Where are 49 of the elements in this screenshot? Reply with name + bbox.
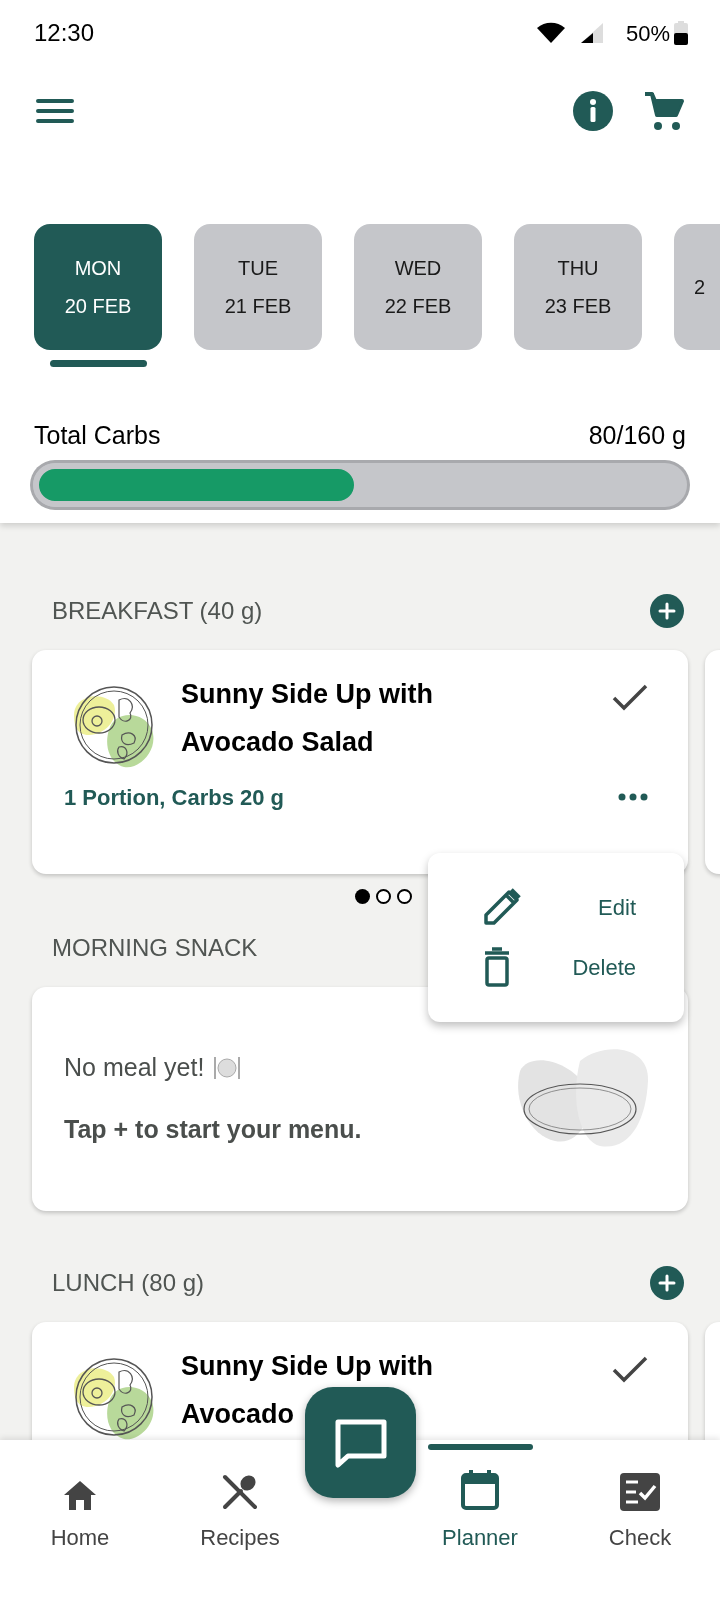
- day-tab[interactable]: 2: [674, 224, 720, 350]
- plus-icon: [658, 1273, 676, 1292]
- empty-hint: Tap + to start your menu.: [64, 1113, 362, 1145]
- meal-section-title: LUNCH (80 g): [52, 1267, 205, 1298]
- trash-icon: [482, 947, 512, 987]
- add-button[interactable]: [650, 593, 684, 628]
- checklist-icon: [620, 1473, 660, 1511]
- nav-tab[interactable]: Planner: [400, 1464, 560, 1554]
- recipe-title: Sunny Side Up with: [181, 678, 433, 709]
- chat-icon: [333, 1417, 388, 1468]
- menu-icon[interactable]: [36, 98, 74, 124]
- meal-section-title: MORNING SNACK: [52, 932, 258, 963]
- status-time: 12:30: [34, 18, 95, 48]
- nav-tab[interactable]: Recipes: [160, 1464, 320, 1554]
- day-tab[interactable]: MON 20 FEB: [34, 224, 162, 350]
- nav-tab[interactable]: Check: [560, 1464, 720, 1554]
- recipe-title: Sunny Side Up with: [181, 1350, 433, 1381]
- calendar-icon: [460, 1469, 500, 1511]
- add-button[interactable]: [650, 1265, 684, 1300]
- home-icon: [63, 1479, 97, 1511]
- carbs-label: Total Carbs: [34, 420, 161, 451]
- check-icon[interactable]: [612, 1354, 648, 1383]
- day-tab[interactable]: WED 22 FEB: [354, 224, 482, 350]
- meal-section-title: BREAKFAST (40 g): [52, 595, 263, 626]
- menu-item[interactable]: Delete: [482, 947, 636, 987]
- recipe-title: Avocado Salad: [181, 726, 374, 757]
- plus-icon: [658, 601, 676, 620]
- chat-button[interactable]: [305, 1387, 416, 1498]
- cart-icon[interactable]: [644, 91, 684, 131]
- empty-message: No meal yet!: [64, 1052, 205, 1083]
- more-icon[interactable]: [618, 793, 648, 801]
- battery-level: 50%: [625, 19, 670, 48]
- plate-icon: [212, 1054, 243, 1081]
- carbs-reading: 80/160 g: [588, 420, 686, 451]
- day-tab[interactable]: TUE 21 FEB: [194, 224, 322, 350]
- check-icon[interactable]: [612, 682, 648, 711]
- menu-item[interactable]: Edit: [482, 887, 636, 927]
- nav-tab[interactable]: Home: [0, 1464, 160, 1554]
- signal-icon: [579, 22, 604, 44]
- recipe-title: Avocado: [181, 1398, 295, 1429]
- meal-card[interactable]: Sunny Side Up with Avocado Salad 1 Portion, Carbs 20 g: [32, 649, 688, 874]
- day-tab[interactable]: THU 23 FEB: [514, 224, 642, 350]
- fork-spoon-icon: [221, 1473, 259, 1511]
- info-icon[interactable]: [572, 90, 614, 132]
- pencil-icon: [482, 887, 522, 927]
- portion-info: 1 Portion, Carbs 20 g: [64, 783, 285, 812]
- meal-card[interactable]: Sunny Side Up with Avocado: [32, 1321, 688, 1440]
- wifi-icon: [535, 22, 566, 44]
- battery-icon: [674, 21, 688, 45]
